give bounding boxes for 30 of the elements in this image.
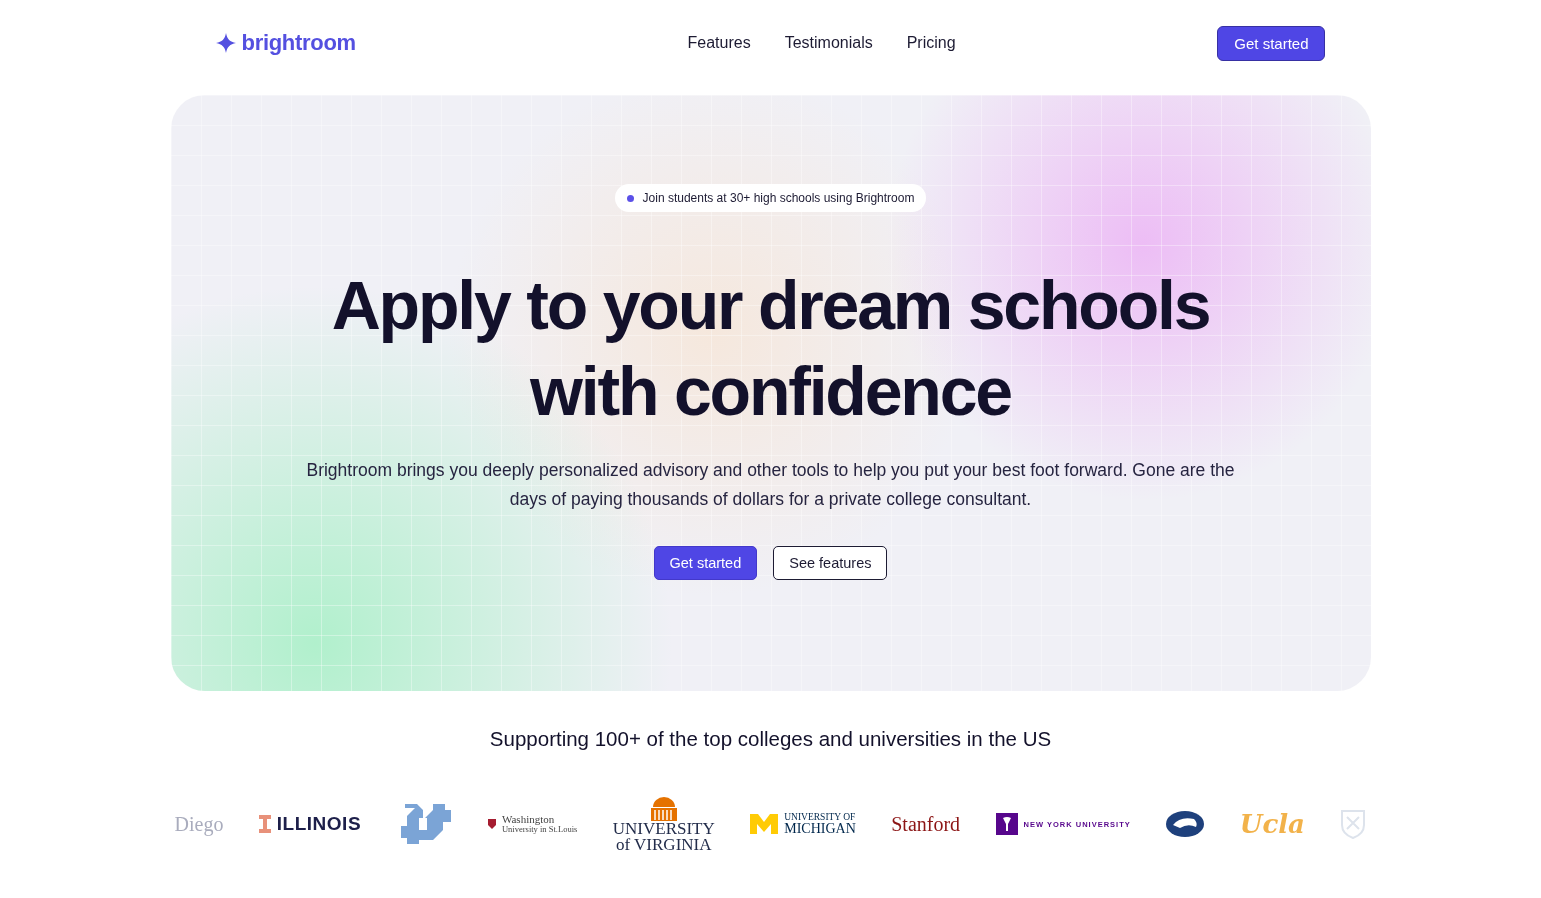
logo-subtext: of VIRGINIA: [616, 837, 712, 854]
nav-link[interactable]: Testimonials: [784, 34, 873, 52]
block-m-icon: [750, 814, 779, 835]
logo-subtext: MICHIGAN: [784, 822, 856, 836]
logo-text: UNIVERSITY OF: [784, 813, 856, 822]
brand-name: brightroom: [241, 30, 356, 56]
get-started-button[interactable]: Get started: [653, 546, 758, 580]
nav-link[interactable]: Pricing: [906, 34, 956, 52]
logo-text: Washington: [502, 814, 555, 826]
logo-text: Ucla: [1239, 809, 1305, 840]
logo-text: Diego: [174, 812, 224, 836]
shield-icon: [1340, 809, 1367, 840]
badge-text: Join students at 30+ high schools using Brightroom: [642, 191, 915, 205]
torch-icon: [995, 813, 1018, 836]
sparkle-icon: [215, 33, 236, 53]
hero-description: Brightroom brings you deeply personalized advisory and other tools to help you put your best foot forward. Gone are the days of paying thousands of dollars for a private college consultant.: [305, 459, 1236, 511]
block-i-icon: [258, 815, 271, 834]
logo-text: ILLINOIS: [276, 813, 362, 836]
rotunda-icon: [648, 795, 679, 821]
section-heading: Supporting 100+ of the top colleges and universities in the US: [488, 727, 1053, 751]
brand-logo[interactable]: brightroom: [215, 30, 356, 56]
logo-text: Stanford: [891, 812, 961, 836]
status-dot: [626, 194, 634, 202]
get-started-button[interactable]: Get started: [1217, 25, 1326, 61]
hero-heading: Apply to your dream schools with confidence: [331, 266, 1210, 431]
see-features-button[interactable]: See features: [773, 546, 888, 580]
logo-text: UNIVERSITY: [612, 821, 715, 838]
logo-subtext: University in St.Louis: [502, 825, 578, 834]
shield-icon: [488, 819, 496, 830]
nav-link[interactable]: Features: [687, 34, 751, 52]
